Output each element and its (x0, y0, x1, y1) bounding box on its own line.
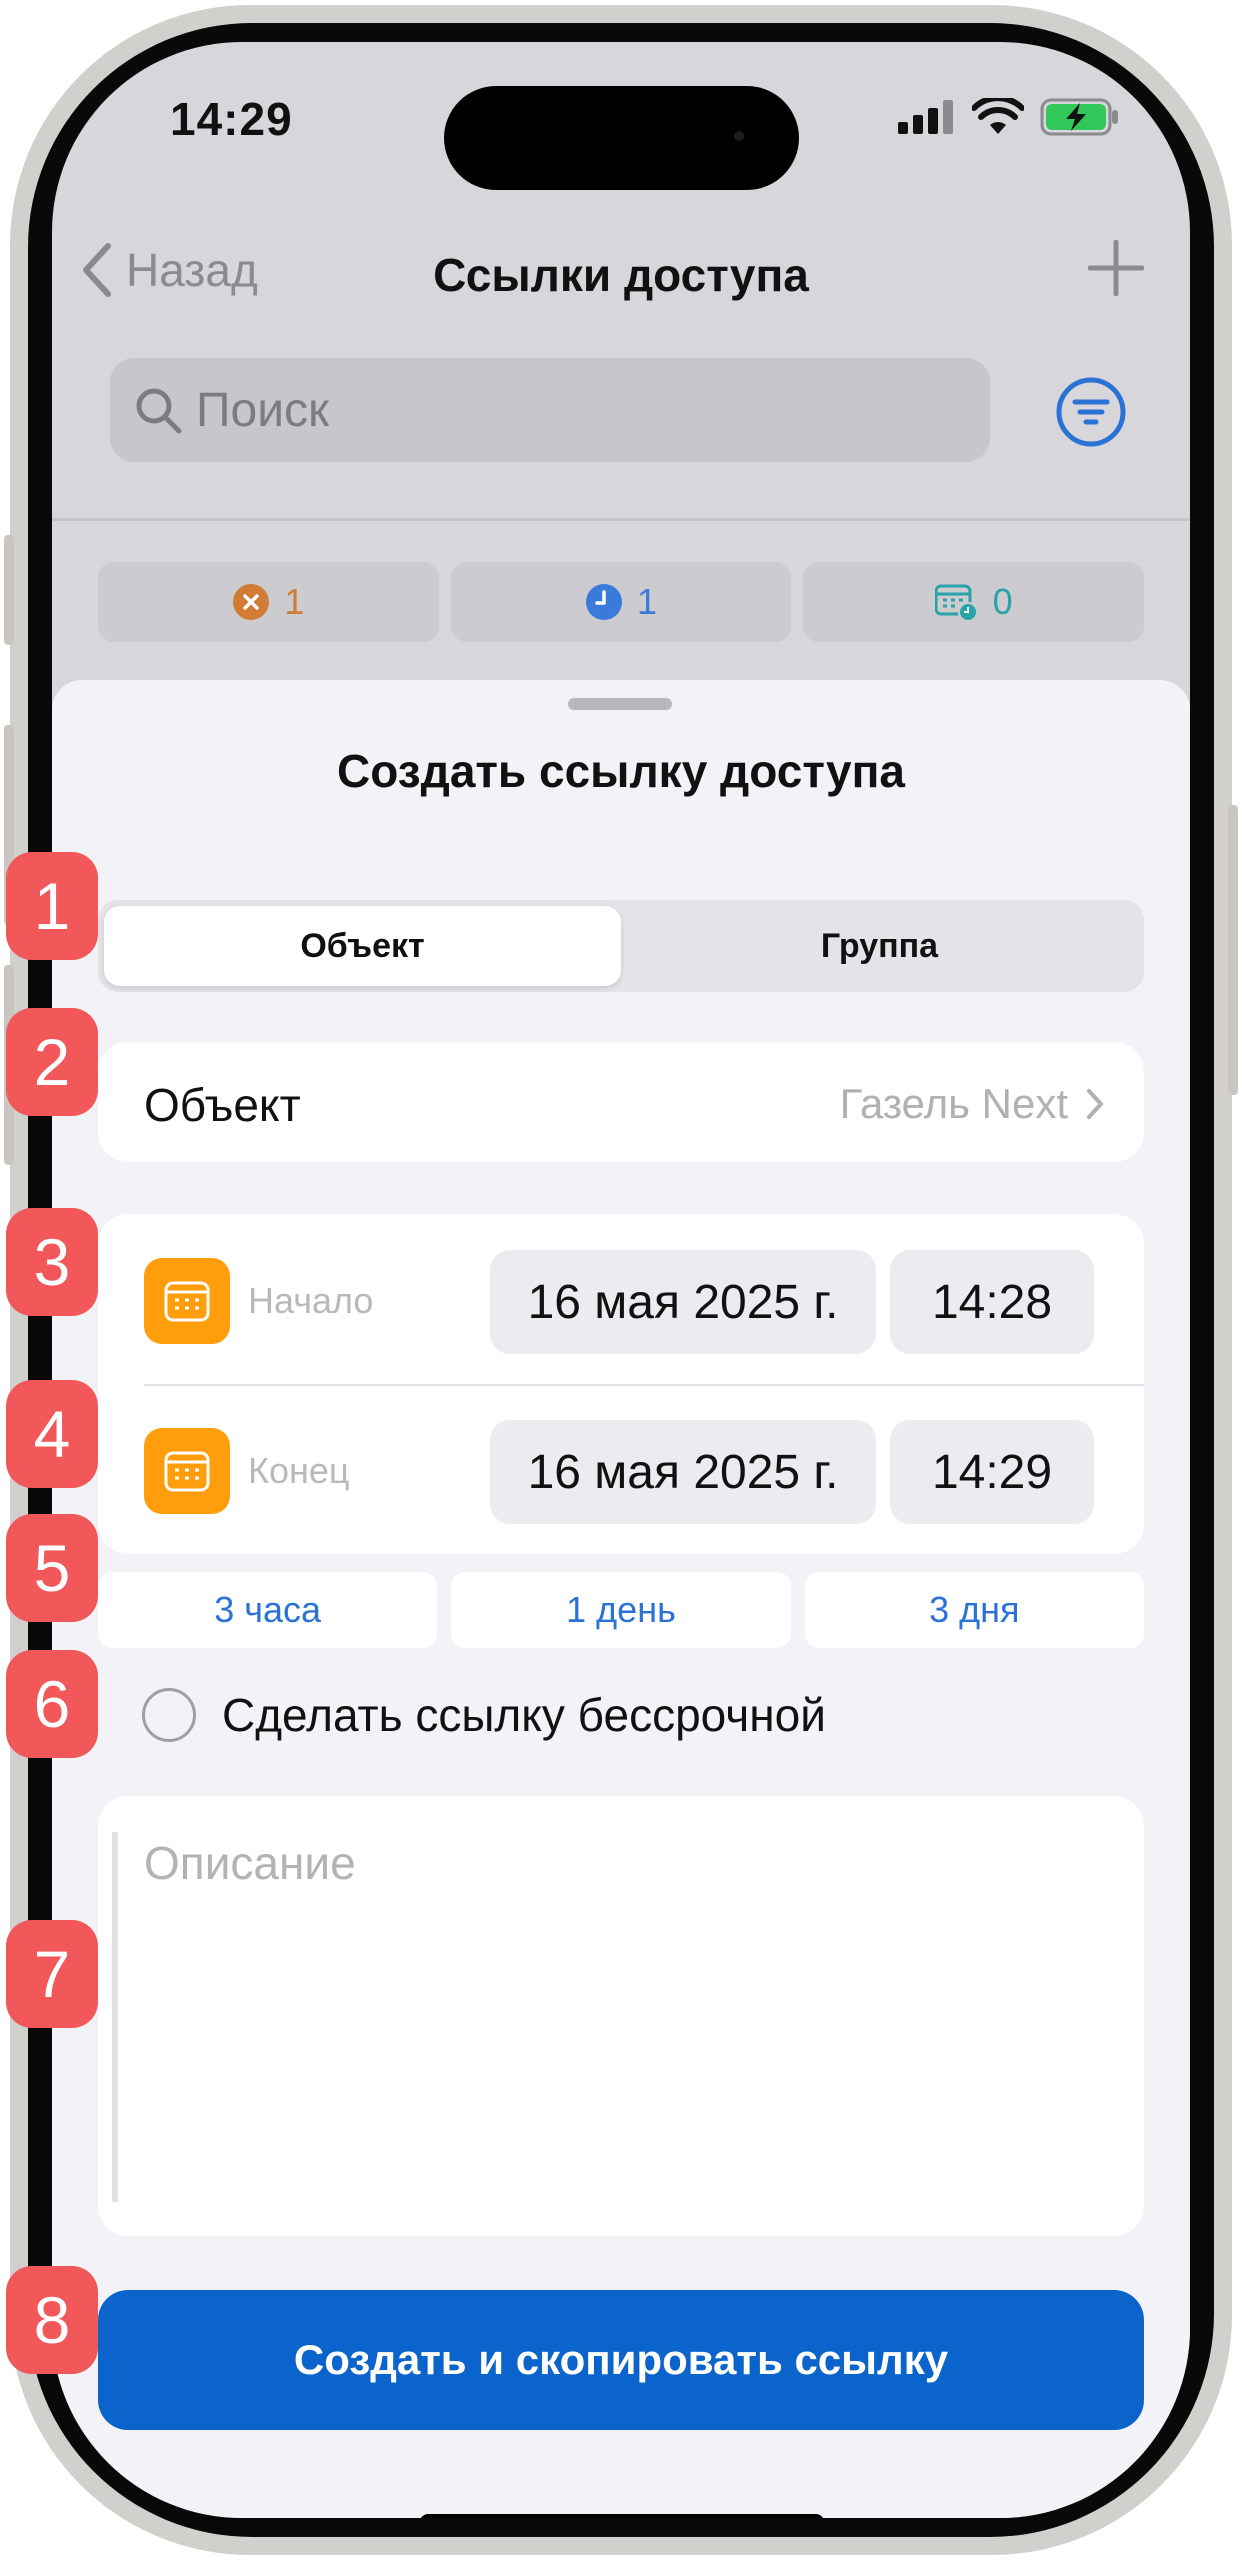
stat-cancelled[interactable]: 1 (98, 562, 439, 642)
clock-icon (585, 584, 622, 620)
object-row[interactable]: Объект Газель Next (98, 1042, 1144, 1162)
sheet-title: Создать ссылку доступа (337, 745, 905, 797)
signal-icon (898, 100, 953, 134)
description-placeholder: Описание (144, 1837, 356, 1889)
create-link-sheet: Создать ссылку доступа Объект Группа Объ… (52, 680, 1190, 2518)
start-label: Начало (248, 1280, 374, 1321)
header-divider (52, 518, 1190, 521)
wifi-icon (972, 98, 1024, 134)
radio-button[interactable] (142, 1688, 196, 1742)
annotation-marker-4: 4 (6, 1380, 98, 1488)
calendar-icon (144, 1428, 230, 1514)
end-row: Конец 16 мая 2025 г. 14:29 (98, 1412, 1144, 1530)
stats-bar: 1 1 0 (98, 562, 1145, 644)
stat-scheduled[interactable]: 0 (803, 562, 1145, 642)
start-row: Начало 16 мая 2025 г. 14:28 (98, 1242, 1144, 1360)
annotation-marker-8: 8 (6, 2266, 98, 2374)
add-button[interactable] (1087, 239, 1145, 301)
period-card: Начало 16 мая 2025 г. 14:28 Конец 16 мая… (98, 1214, 1144, 1554)
cancelled-icon (233, 584, 270, 620)
end-time-picker[interactable]: 14:29 (890, 1420, 1094, 1524)
dynamic-island (444, 86, 799, 190)
sheet-grabber[interactable] (568, 698, 672, 710)
end-date-picker[interactable]: 16 мая 2025 г. (490, 1420, 876, 1524)
object-value: Газель Next (840, 1080, 1104, 1128)
battery-charging-icon (1040, 98, 1118, 136)
calendar-icon (144, 1258, 230, 1344)
search-input[interactable]: Поиск (110, 358, 990, 462)
end-label: Конец (248, 1450, 350, 1491)
search-placeholder: Поиск (196, 383, 330, 437)
row-divider (144, 1384, 1144, 1386)
forever-label: Сделать ссылку бессрочной (222, 1689, 826, 1741)
annotation-marker-3: 3 (6, 1208, 98, 1316)
screen: 14:29 Назад Ссылки доступа Поиск 1 1 0 С… (52, 42, 1190, 2518)
start-time-picker[interactable]: 14:28 (890, 1250, 1094, 1354)
status-icons (898, 98, 1120, 136)
stat-count: 1 (284, 581, 305, 622)
camera-dot (734, 131, 744, 141)
plus-icon (1087, 239, 1145, 297)
description-field[interactable]: Описание (98, 1796, 1144, 2236)
stat-count: 1 (636, 581, 658, 622)
chevron-right-icon (1087, 1089, 1103, 1119)
home-indicator (420, 2514, 824, 2518)
duration-3-days-button[interactable]: 3 дня (804, 1572, 1144, 1648)
duration-3-hours-button[interactable]: 3 часа (98, 1572, 438, 1648)
text-cursor-bar (112, 1832, 118, 2202)
object-value-text: Газель Next (839, 1080, 1068, 1127)
stat-active[interactable]: 1 (450, 562, 792, 642)
filter-icon (1056, 377, 1126, 447)
annotation-marker-6: 6 (6, 1650, 98, 1758)
page-title: Ссылки доступа (433, 249, 809, 301)
calendar-clock-icon (934, 584, 978, 622)
status-time: 14:29 (170, 93, 293, 145)
object-label: Объект (144, 1079, 301, 1131)
create-and-copy-button[interactable]: Создать и скопировать ссылку (98, 2290, 1144, 2430)
power-button (1228, 805, 1238, 1095)
search-icon (136, 388, 182, 434)
annotation-marker-1: 1 (6, 852, 98, 960)
start-date-picker[interactable]: 16 мая 2025 г. (490, 1250, 876, 1354)
annotation-marker-5: 5 (6, 1514, 98, 1622)
action-button (4, 535, 14, 645)
duration-1-day-button[interactable]: 1 день (451, 1572, 791, 1648)
navigation-bar: Назад Ссылки доступа (52, 222, 1190, 322)
filter-button[interactable] (1055, 376, 1127, 453)
segment-object[interactable]: Объект (104, 906, 621, 986)
annotation-marker-7: 7 (6, 1920, 98, 2028)
quick-durations: 3 часа 1 день 3 дня (98, 1572, 1144, 1648)
stat-count: 0 (992, 581, 1013, 622)
type-segmented-control: Объект Группа (98, 900, 1144, 992)
annotation-marker-2: 2 (6, 1008, 98, 1116)
forever-toggle[interactable]: Сделать ссылку бессрочной (142, 1688, 826, 1742)
segment-group[interactable]: Группа (621, 906, 1138, 986)
